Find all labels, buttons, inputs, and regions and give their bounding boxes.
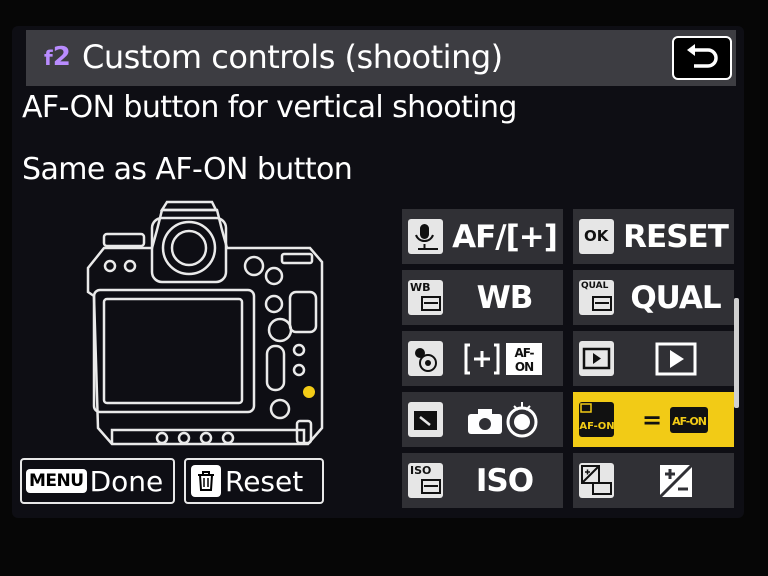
grid-cell-ok[interactable]: OK RESET (573, 209, 734, 264)
grid-cell-playback[interactable] (573, 331, 734, 386)
subselector-center-icon (408, 341, 443, 376)
done-label: Done (89, 464, 164, 498)
grid-cell-qual[interactable]: QUAL QUAL (573, 270, 734, 325)
grid-cell-mic[interactable]: AF/[+] (402, 209, 563, 264)
scrollbar[interactable] (734, 298, 739, 408)
svg-text:AF-ON: AF-ON (579, 421, 614, 432)
done-button[interactable]: MENU Done (20, 458, 175, 504)
grid-value (452, 392, 557, 447)
grid-value (623, 331, 728, 386)
grid-value: = AF-ON (623, 392, 728, 447)
button-assignment-grid: AF/[+] OK RESET WB WB QUAL QUAL AF- ON A… (402, 209, 734, 518)
svg-text:AF-: AF- (514, 346, 534, 360)
trash-icon (191, 465, 221, 497)
setting-name: AF-ON button for vertical shooting (22, 90, 517, 125)
exposure-comp-value-icon (658, 463, 693, 498)
shutter-release-icon (467, 401, 537, 437)
grid-value: QUAL (630, 279, 721, 316)
grid-cell-vertical-af-on-selected[interactable]: AF-ON = AF-ON (573, 392, 734, 447)
menu-header: f2 Custom controls (shooting) (26, 30, 736, 86)
page-title: Custom controls (shooting) (82, 38, 503, 76)
grid-value: RESET (623, 218, 729, 255)
vertical-af-on-icon: AF-ON (579, 402, 615, 437)
qual-button-icon: QUAL (579, 280, 614, 315)
exposure-comp-icon (579, 463, 614, 498)
camera-back-diagram (86, 200, 324, 446)
playback-value-icon (655, 342, 696, 375)
movie-record-icon (408, 402, 443, 437)
svg-text:ON: ON (514, 360, 532, 374)
wb-button-icon: WB (408, 280, 443, 315)
grid-cell-subselector[interactable]: AF- ON (402, 331, 563, 386)
af-area-af-on-icon: AF- ON (464, 342, 542, 375)
grid-cell-iso[interactable]: ISO ISO (402, 453, 563, 508)
setting-value: Same as AF-ON button (22, 152, 353, 187)
reset-button[interactable]: Reset (184, 458, 324, 504)
grid-value (623, 453, 728, 508)
menu-code: f2 (44, 42, 71, 72)
grid-cell-exposure-comp[interactable] (573, 453, 734, 508)
grid-value: AF- ON (452, 331, 557, 386)
playback-icon (579, 341, 614, 376)
svg-text:AF-ON: AF-ON (672, 415, 707, 428)
grid-value: ISO (475, 462, 534, 499)
back-button[interactable] (672, 36, 732, 80)
camera-menu-screen: f2 Custom controls (shooting) AF-ON butt… (12, 26, 744, 518)
grid-value: AF/[+] (452, 218, 558, 255)
return-arrow-icon (687, 44, 718, 68)
grid-cell-wb[interactable]: WB WB (402, 270, 563, 325)
grid-cell-movie-record[interactable] (402, 392, 563, 447)
af-on-vertical-highlight (303, 386, 315, 398)
ok-button-icon: OK (579, 219, 614, 254)
af-on-value-icon: AF-ON (670, 406, 709, 433)
menu-key-icon: MENU (26, 469, 87, 493)
reset-label: Reset (225, 464, 304, 498)
grid-value: WB (476, 279, 534, 316)
mic-icon (408, 219, 443, 254)
iso-button-icon: ISO (408, 463, 443, 498)
